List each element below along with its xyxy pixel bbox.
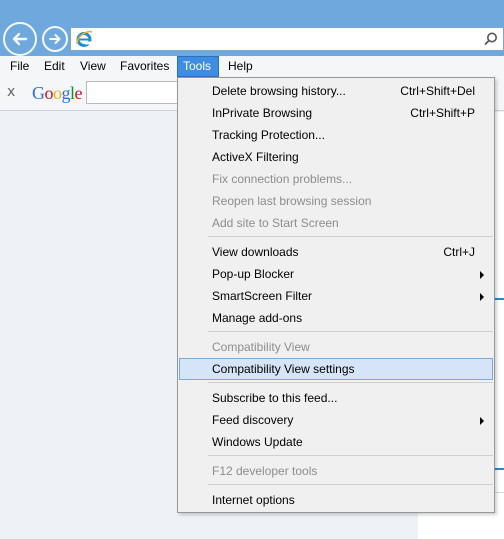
menu-item-label: Compatibility View	[212, 340, 310, 354]
menu-item-pop-up-blocker[interactable]: Pop-up Blocker	[179, 263, 493, 285]
menu-separator	[208, 382, 493, 383]
submenu-arrow-icon	[480, 417, 484, 425]
back-arrow-icon	[12, 32, 28, 46]
menu-item-fix-connection-problems: Fix connection problems...	[179, 168, 493, 190]
internet-explorer-icon	[76, 30, 93, 47]
menu-item-label: Subscribe to this feed...	[212, 391, 338, 405]
menu-item-smartscreen-filter[interactable]: SmartScreen Filter	[179, 285, 493, 307]
menu-item-label: View downloads	[212, 245, 299, 259]
google-search-input[interactable]	[86, 81, 186, 104]
menu-item-activex-filtering[interactable]: ActiveX Filtering	[179, 146, 493, 168]
browser-window: File Edit View Favorites Tools Help x Go…	[0, 0, 504, 539]
menu-item-label: Delete browsing history...	[212, 84, 346, 98]
menu-help-label: Help	[228, 59, 253, 73]
menu-item-compatibility-view: Compatibility View	[179, 336, 493, 358]
menu-view-label: View	[80, 59, 106, 73]
close-icon[interactable]: x	[7, 84, 15, 100]
menu-item-f12-developer-tools: F12 developer tools	[179, 460, 493, 482]
menu-item-subscribe-to-this-feed[interactable]: Subscribe to this feed...	[179, 387, 493, 409]
menu-item-windows-update[interactable]: Windows Update	[179, 431, 493, 453]
menu-item-manage-add-ons[interactable]: Manage add-ons	[179, 307, 493, 329]
menu-item-internet-options[interactable]: Internet options	[179, 489, 493, 511]
menu-separator	[208, 331, 493, 332]
menu-separator	[208, 484, 493, 485]
submenu-arrow-icon	[480, 293, 484, 301]
menu-item-label: ActiveX Filtering	[212, 150, 299, 164]
menu-item-label: SmartScreen Filter	[212, 289, 313, 303]
menu-bar: File Edit View Favorites Tools Help	[0, 56, 504, 77]
menu-separator	[208, 236, 493, 237]
forward-arrow-icon	[49, 34, 61, 44]
menu-item-feed-discovery[interactable]: Feed discovery	[179, 409, 493, 431]
google-logo-letter: o	[53, 83, 62, 103]
search-icon[interactable]	[483, 31, 499, 47]
menu-item-view-downloads[interactable]: View downloads Ctrl+J	[179, 241, 493, 263]
forward-button[interactable]	[42, 26, 68, 52]
google-logo-letter: e	[74, 83, 83, 103]
menu-item-label: Pop-up Blocker	[212, 267, 295, 281]
menu-tools-label: Tools	[183, 59, 212, 73]
menu-favorites[interactable]: Favorites	[115, 56, 174, 77]
address-bar[interactable]	[70, 27, 504, 51]
menu-edit[interactable]: Edit	[39, 56, 70, 77]
menu-item-label: Tracking Protection...	[212, 128, 325, 142]
menu-item-add-site-to-start-screen: Add site to Start Screen	[179, 212, 493, 234]
tools-dropdown-menu: Delete browsing history... Ctrl+Shift+Del…	[177, 77, 495, 513]
menu-item-label: Manage add-ons	[212, 311, 303, 325]
menu-file-label: File	[10, 59, 30, 73]
menu-item-label: Windows Update	[212, 435, 303, 449]
menu-item-reopen-last-browsing-session: Reopen last browsing session	[179, 190, 493, 212]
navigation-bar	[0, 0, 504, 56]
menu-item-label: Internet options	[212, 493, 295, 507]
menu-item-tracking-protection[interactable]: Tracking Protection...	[179, 124, 493, 146]
menu-item-inprivate-browsing[interactable]: InPrivate Browsing Ctrl+Shift+P	[179, 102, 493, 124]
google-logo-letter: g	[61, 83, 71, 103]
google-logo-letter: G	[32, 83, 45, 103]
menu-view[interactable]: View	[75, 56, 111, 77]
submenu-arrow-icon	[480, 271, 484, 279]
menu-item-delete-browsing-history[interactable]: Delete browsing history... Ctrl+Shift+Del	[179, 80, 493, 102]
menu-favorites-label: Favorites	[120, 59, 170, 73]
menu-item-label: Reopen last browsing session	[212, 194, 372, 208]
menu-item-label: Compatibility View settings	[212, 362, 355, 376]
back-button[interactable]	[3, 22, 37, 56]
menu-separator	[208, 455, 493, 456]
menu-tools[interactable]: Tools	[177, 56, 219, 77]
menu-edit-label: Edit	[44, 59, 65, 73]
menu-item-compatibility-view-settings[interactable]: Compatibility View settings	[179, 358, 493, 380]
google-logo: Google	[32, 83, 82, 104]
menu-item-label: Fix connection problems...	[212, 172, 353, 186]
menu-file[interactable]: File	[5, 56, 34, 77]
google-logo-letter: o	[44, 83, 54, 103]
menu-item-shortcut: Ctrl+J	[443, 245, 475, 259]
menu-item-label: Add site to Start Screen	[212, 216, 339, 230]
menu-item-shortcut: Ctrl+Shift+P	[410, 106, 475, 120]
menu-item-label: InPrivate Browsing	[212, 106, 313, 120]
menu-item-label: F12 developer tools	[212, 464, 318, 478]
menu-help[interactable]: Help	[223, 56, 258, 77]
menu-item-label: Feed discovery	[212, 413, 294, 427]
menu-item-shortcut: Ctrl+Shift+Del	[400, 84, 475, 98]
